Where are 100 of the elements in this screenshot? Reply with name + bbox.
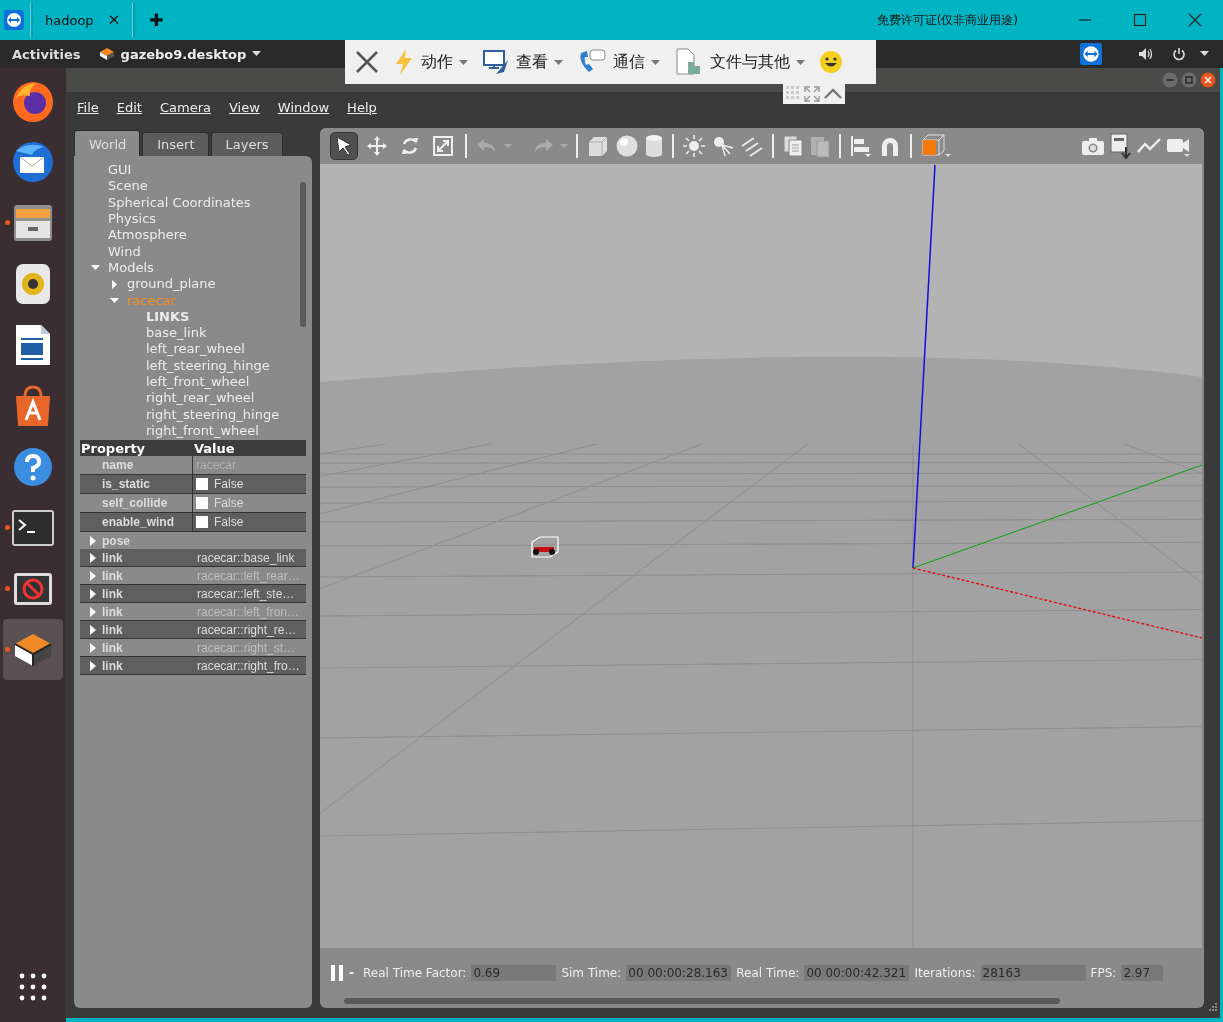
- align-icon[interactable]: [849, 134, 873, 158]
- tree-item[interactable]: right_rear_wheel: [146, 390, 255, 407]
- property-value: False: [214, 515, 244, 529]
- scrollbar[interactable]: [300, 182, 306, 327]
- minimize-icon[interactable]: [1162, 72, 1178, 88]
- menu-item[interactable]: Edit: [115, 99, 151, 115]
- tree-item[interactable]: Atmosphere: [108, 227, 187, 244]
- tree-item[interactable]: Scene: [108, 178, 148, 195]
- close-icon[interactable]: [1188, 13, 1202, 27]
- monitor-icon: [482, 48, 510, 76]
- license-text: 免费许可证(仅非商业用途): [876, 11, 1018, 29]
- paste-icon[interactable]: [809, 134, 831, 158]
- checkbox[interactable]: [196, 497, 208, 509]
- property-name: link: [102, 622, 124, 637]
- status-label: Real Time:: [736, 966, 800, 980]
- expander-icon[interactable]: [90, 535, 97, 546]
- resize-grip-icon[interactable]: [1206, 1002, 1218, 1014]
- tree-item[interactable]: GUI: [108, 162, 132, 179]
- expander-icon[interactable]: [90, 660, 97, 671]
- tree-item[interactable]: Wind: [108, 243, 141, 260]
- document-icon[interactable]: [14, 322, 52, 367]
- step-button[interactable]: -: [349, 966, 354, 980]
- expander-icon[interactable]: [110, 296, 119, 305]
- checkbox[interactable]: [196, 516, 208, 528]
- menu-item[interactable]: File: [76, 99, 108, 115]
- copy-icon[interactable]: [782, 134, 804, 158]
- smiley-icon[interactable]: [819, 50, 843, 74]
- tree-item[interactable]: Physics: [108, 211, 157, 228]
- tree-item[interactable]: base_link: [146, 325, 207, 342]
- pause-icon[interactable]: [330, 964, 344, 982]
- panel-tab[interactable]: Layers: [210, 132, 283, 156]
- apps-grid-icon[interactable]: [18, 972, 48, 1002]
- expander-icon[interactable]: [110, 279, 119, 289]
- caret-icon: [459, 59, 468, 65]
- status-value: 0.69: [471, 965, 557, 981]
- sphere-icon[interactable]: [615, 134, 639, 158]
- collapse-icon[interactable]: [823, 88, 844, 100]
- tree-item[interactable]: right_front_wheel: [146, 422, 259, 438]
- status-value: 00 00:00:42.321: [804, 965, 910, 981]
- close-icon[interactable]: [1200, 72, 1216, 88]
- tree-item[interactable]: left_front_wheel: [146, 374, 250, 390]
- fullscreen-icon[interactable]: [804, 86, 820, 102]
- caret-icon: [252, 51, 262, 57]
- power-icon[interactable]: [1172, 47, 1186, 61]
- sun-icon[interactable]: [682, 134, 706, 158]
- status-label: FPS:: [1090, 966, 1117, 980]
- expander-icon[interactable]: [90, 606, 97, 617]
- tree-item[interactable]: left_steering_hinge: [146, 357, 270, 374]
- racecar-model[interactable]: [531, 536, 559, 558]
- toolbar-menu[interactable]: 查看: [482, 48, 563, 76]
- volume-icon[interactable]: [1138, 47, 1154, 61]
- caret-icon[interactable]: [1200, 51, 1209, 57]
- terminal-icon[interactable]: [11, 508, 55, 547]
- tree-item[interactable]: LINKS: [146, 308, 190, 325]
- expander-icon[interactable]: [90, 570, 97, 581]
- expander-icon[interactable]: [90, 552, 97, 563]
- tree-item[interactable]: Models: [108, 259, 154, 276]
- log-download-icon[interactable]: [1110, 133, 1132, 159]
- maximize-icon[interactable]: [1133, 13, 1147, 27]
- expander-icon[interactable]: [90, 588, 97, 599]
- close-tab-button[interactable]: ✕: [103, 11, 131, 29]
- panel-tab[interactable]: Insert: [142, 132, 209, 156]
- toolbar-menu[interactable]: 通信: [577, 48, 660, 76]
- expander-icon[interactable]: [90, 642, 97, 653]
- property-value: racecar::right_re…: [197, 622, 297, 637]
- no-entry-icon[interactable]: [13, 571, 53, 606]
- tree-item[interactable]: Spherical Coordinates: [108, 194, 251, 211]
- checkbox[interactable]: [196, 478, 208, 490]
- menu-item[interactable]: View: [228, 99, 269, 115]
- caret-icon: [796, 59, 805, 65]
- menu-item[interactable]: Camera: [158, 99, 220, 115]
- activities-button[interactable]: Activities: [0, 46, 93, 62]
- select-tool-button[interactable]: [330, 132, 358, 160]
- menu-item[interactable]: Help: [346, 99, 386, 115]
- parallel-lines-icon[interactable]: [740, 134, 764, 158]
- cube-view-icon[interactable]: [920, 133, 952, 159]
- expander-icon[interactable]: [90, 624, 97, 635]
- toolbar-menu[interactable]: 动作: [393, 48, 468, 76]
- close-icon[interactable]: [355, 50, 379, 74]
- tree-item[interactable]: ground_plane: [127, 276, 216, 293]
- move-icon: [366, 135, 388, 157]
- expander-icon[interactable]: [91, 263, 100, 273]
- panel-tab[interactable]: World: [74, 130, 141, 156]
- property-name: self_collide: [80, 494, 193, 512]
- app-menu[interactable]: gazebo9.desktop: [120, 46, 247, 62]
- double-arrow-icon[interactable]: [4, 10, 24, 30]
- help-icon[interactable]: [12, 445, 54, 488]
- property-name: link: [102, 586, 124, 601]
- menu-item[interactable]: Window: [276, 99, 339, 115]
- session-tab[interactable]: hadoop: [35, 12, 104, 28]
- tree-item[interactable]: right_steering_hinge: [146, 406, 280, 423]
- tree-item[interactable]: left_rear_wheel: [146, 341, 245, 358]
- toolbar-menu[interactable]: 文件与其他: [674, 48, 805, 76]
- scrollbar[interactable]: [344, 998, 1060, 1004]
- cylinder-icon[interactable]: [644, 134, 664, 158]
- double-arrow-icon[interactable]: [1080, 43, 1102, 65]
- speaker-icon[interactable]: [13, 261, 53, 306]
- new-tab-button[interactable]: ✚: [137, 10, 176, 30]
- camera-icon[interactable]: [1081, 136, 1105, 156]
- spotlight-icon[interactable]: [711, 134, 735, 158]
